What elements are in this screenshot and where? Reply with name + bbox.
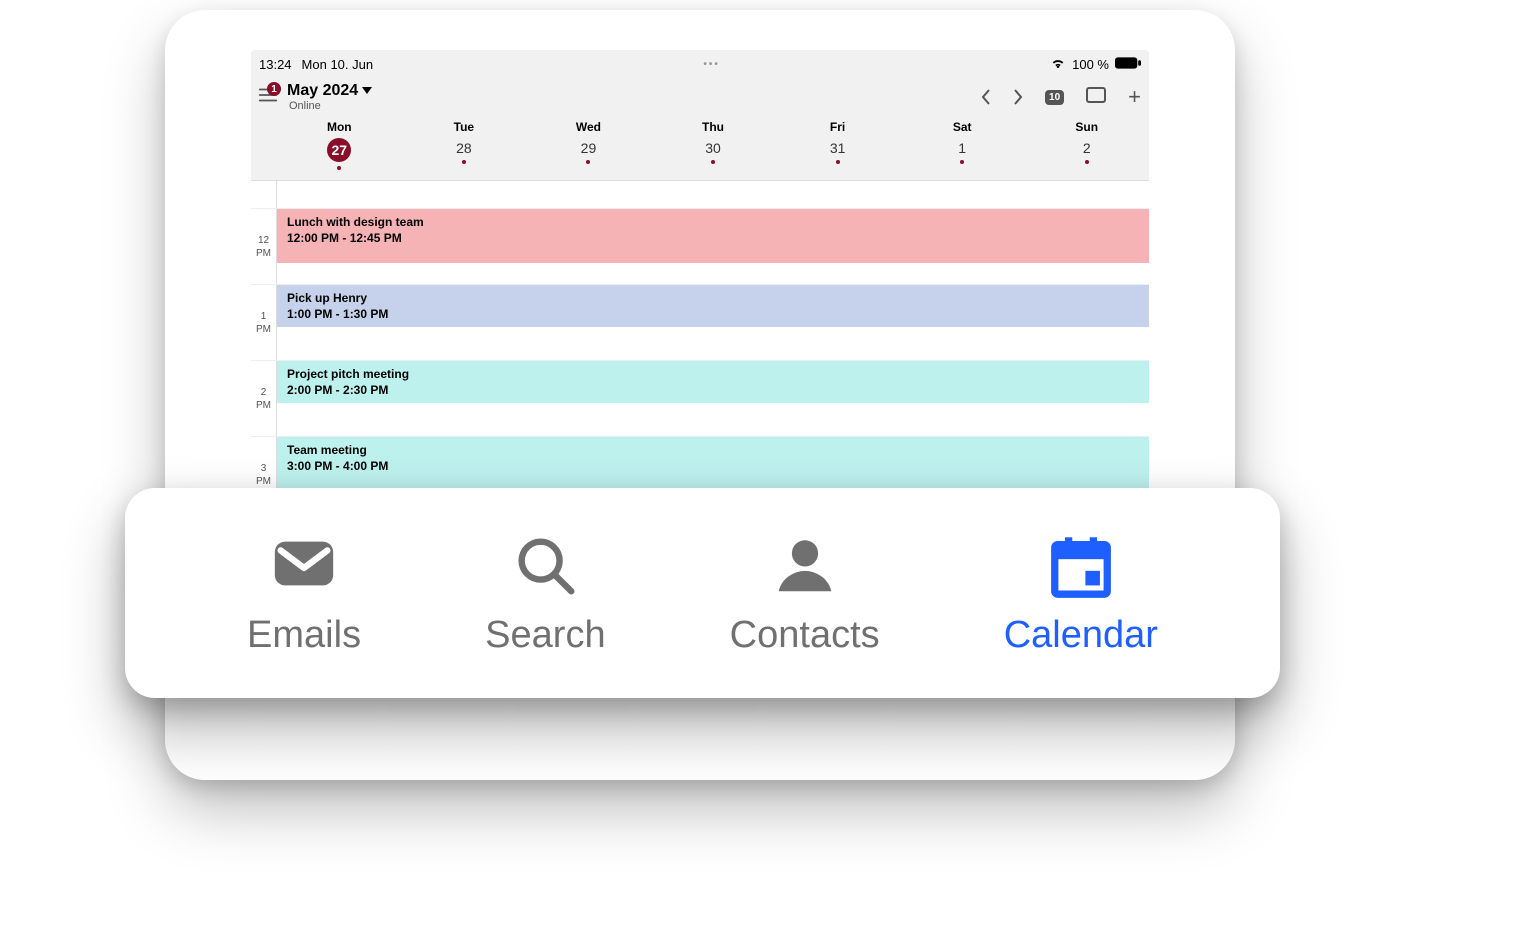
- status-date: Mon 10. Jun: [302, 57, 374, 72]
- tab-label: Emails: [247, 614, 361, 657]
- day-column-mon[interactable]: Mon 27: [277, 114, 402, 180]
- battery-percent: 100 %: [1072, 57, 1109, 72]
- email-icon: [269, 530, 339, 600]
- prev-week-button[interactable]: [981, 89, 991, 105]
- view-toggle-button[interactable]: [1086, 87, 1106, 108]
- tab-label: Calendar: [1004, 614, 1158, 657]
- add-event-button[interactable]: +: [1128, 86, 1141, 108]
- wifi-icon: [1050, 57, 1066, 72]
- online-status: Online: [289, 100, 372, 112]
- menu-badge: 1: [267, 82, 281, 96]
- status-time: 13:24: [259, 57, 292, 72]
- calendar-icon: [1046, 530, 1116, 600]
- hour-label-12pm: 12PM: [251, 209, 277, 284]
- day-column-thu[interactable]: Thu 30: [651, 114, 776, 180]
- menu-button[interactable]: 1: [255, 82, 281, 108]
- month-label: May 2024: [287, 82, 358, 100]
- bottom-tab-bar: Emails Search Contacts Calendar: [125, 488, 1280, 698]
- next-week-button[interactable]: [1013, 89, 1023, 105]
- search-icon: [510, 530, 580, 600]
- chevron-down-icon: [362, 87, 372, 95]
- hour-label-1pm: 1PM: [251, 285, 277, 360]
- hour-label-2pm: 2PM: [251, 361, 277, 436]
- day-column-fri[interactable]: Fri 31: [775, 114, 900, 180]
- tab-emails[interactable]: Emails: [247, 530, 361, 657]
- today-badge[interactable]: 10: [1045, 90, 1064, 105]
- tab-search[interactable]: Search: [485, 530, 605, 657]
- day-column-wed[interactable]: Wed 29: [526, 114, 651, 180]
- day-column-sun[interactable]: Sun 2: [1024, 114, 1149, 180]
- calendar-grid[interactable]: 12PM Lunch with design team 12:00 PM - 1…: [251, 181, 1149, 513]
- tab-contacts[interactable]: Contacts: [730, 530, 880, 657]
- day-column-tue[interactable]: Tue 28: [402, 114, 527, 180]
- battery-icon: [1115, 57, 1141, 72]
- event-project-pitch[interactable]: Project pitch meeting 2:00 PM - 2:30 PM: [277, 361, 1149, 403]
- tab-label: Contacts: [730, 614, 880, 657]
- month-selector[interactable]: May 2024: [287, 82, 372, 100]
- tab-calendar[interactable]: Calendar: [1004, 530, 1158, 657]
- status-bar: 13:24 Mon 10. Jun ••• 100 %: [251, 50, 1149, 78]
- event-pick-up-henry[interactable]: Pick up Henry 1:00 PM - 1:30 PM: [277, 285, 1149, 327]
- event-lunch-design-team[interactable]: Lunch with design team 12:00 PM - 12:45 …: [277, 209, 1149, 263]
- calendar-header: 1 May 2024 Online 10 +: [251, 78, 1149, 114]
- day-column-sat[interactable]: Sat 1: [900, 114, 1025, 180]
- week-day-header: Mon 27 Tue 28 Wed 29 Thu 30 Fri 31 Sat 1: [251, 114, 1149, 181]
- tab-label: Search: [485, 614, 605, 657]
- multitask-dots-icon[interactable]: •••: [703, 59, 720, 70]
- contacts-icon: [770, 530, 840, 600]
